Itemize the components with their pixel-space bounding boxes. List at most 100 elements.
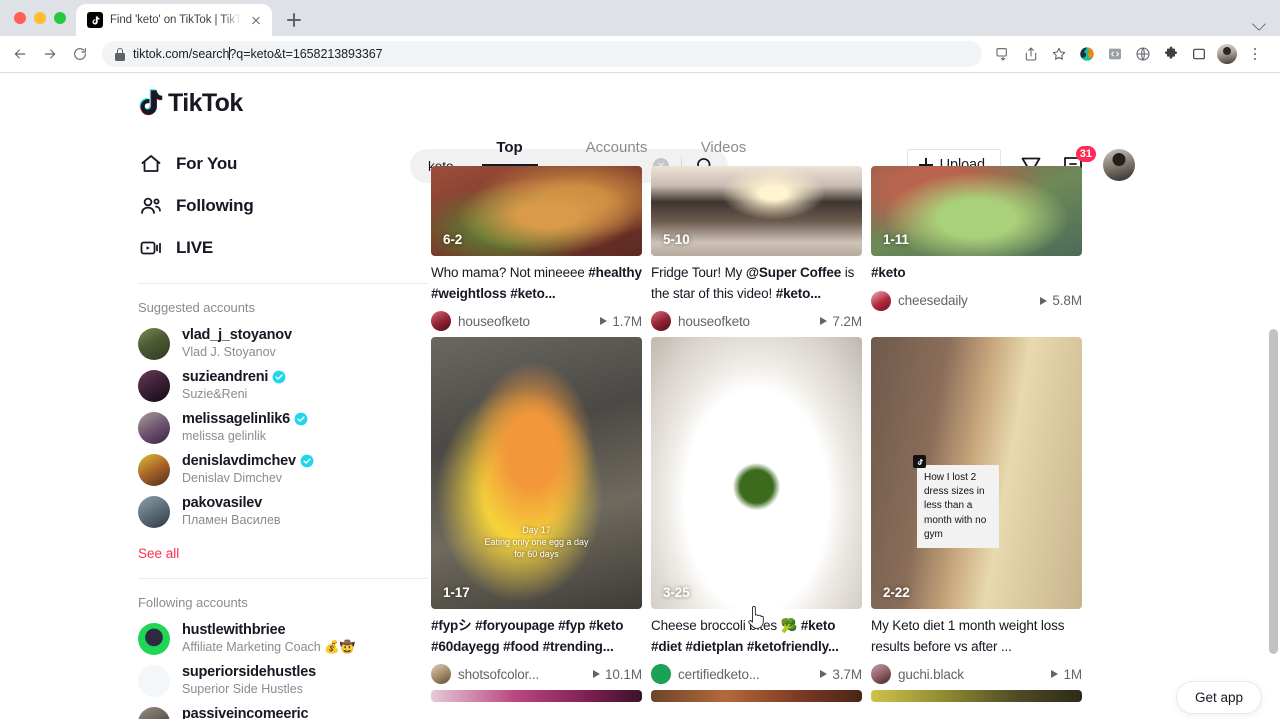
author-username[interactable]: cheesedaily	[898, 293, 1033, 308]
share-icon[interactable]	[1018, 41, 1044, 67]
play-count: 10.1M	[592, 667, 642, 682]
video-thumbnail[interactable]	[651, 690, 862, 703]
author-username[interactable]: certifiedketo...	[678, 667, 813, 682]
play-icon	[592, 670, 600, 679]
video-thumbnail[interactable]: How I lost 2 dress sizes in less than a …	[871, 337, 1082, 610]
profile-avatar[interactable]	[1214, 41, 1240, 67]
scrollbar-thumb[interactable]	[1269, 329, 1278, 654]
sidebar-panel-icon[interactable]	[1186, 41, 1212, 67]
browser-tab[interactable]: Find 'keto' on TikTok | TikTok S	[76, 4, 272, 36]
puzzle-extension-icon[interactable]	[1158, 41, 1184, 67]
play-count: 1.7M	[600, 314, 642, 329]
tabstrip-right	[1250, 14, 1280, 36]
video-thumbnail[interactable]	[871, 690, 1082, 703]
play-count: 5.8M	[1040, 293, 1082, 308]
following-account-row[interactable]: superiorsidehustles Superior Side Hustle…	[138, 660, 430, 702]
video-meta: houseofketo 7.2M	[651, 311, 862, 332]
video-card[interactable]	[431, 690, 642, 703]
account-nickname: Denislav Dimchev	[182, 471, 283, 485]
account-nickname: Affiliate Marketing Coach 💰🤠	[182, 640, 356, 654]
chevron-down-icon[interactable]	[1250, 14, 1268, 32]
video-caption: #fypシ #foryoupage #fyp #keto #60dayegg #…	[431, 618, 624, 654]
video-meta: shotsofcolor... 10.1M	[431, 664, 642, 685]
tiktok-note-icon	[139, 89, 163, 116]
thumbnail-overlay-text: Day 17 Eating only one egg a day for 60 …	[484, 525, 589, 560]
following-account-row[interactable]: passiveincomeeric Passive Income Bluepri…	[138, 702, 430, 719]
video-card[interactable]: Day 17 Eating only one egg a day for 60 …	[431, 337, 642, 685]
install-icon[interactable]	[990, 41, 1016, 67]
video-meta: houseofketo 1.7M	[431, 311, 642, 332]
video-thumbnail[interactable]: 3-25	[651, 337, 862, 610]
code-brackets-icon[interactable]	[1102, 41, 1128, 67]
window-minimize-button[interactable]	[34, 12, 46, 24]
sidebar-item-live[interactable]: LIVE	[138, 227, 430, 269]
sidebar-item-for-you[interactable]: For You	[138, 143, 430, 185]
play-count: 3.7M	[820, 667, 862, 682]
see-all-link[interactable]: See all	[138, 533, 430, 564]
author-avatar[interactable]	[871, 290, 891, 311]
forward-arrow-icon[interactable]	[36, 40, 64, 68]
result-tabs: Top Accounts Videos	[430, 133, 1105, 166]
suggested-account-row[interactable]: denislavdimchev Denislav Dimchev	[138, 449, 430, 491]
author-avatar[interactable]	[651, 664, 671, 685]
tab-accounts[interactable]: Accounts	[563, 139, 670, 166]
verified-badge-icon	[300, 454, 314, 468]
reload-icon[interactable]	[66, 40, 94, 68]
video-card[interactable]: 6-2 Who mama? Not mineeee #healthy #weig…	[431, 166, 642, 332]
video-card[interactable]: 5-10 Fridge Tour! My @Super Coffee is th…	[651, 166, 862, 332]
video-card[interactable]: 3-25 Cheese broccoli bites 🥦 #keto #diet…	[651, 337, 862, 685]
new-tab-button[interactable]	[280, 6, 308, 34]
video-card[interactable]	[651, 690, 862, 703]
avatar	[138, 496, 170, 528]
grammarly-icon[interactable]	[1074, 41, 1100, 67]
author-username[interactable]: guchi.black	[898, 667, 1044, 682]
play-count: 7.2M	[820, 314, 862, 329]
video-caption: Fridge Tour! My @Super Coffee is the sta…	[651, 265, 855, 301]
close-tab-icon[interactable]	[248, 12, 264, 28]
author-username[interactable]: shotsofcolor...	[458, 667, 586, 682]
address-bar[interactable]: tiktok.com/search?q=keto&t=1658213893367	[102, 41, 982, 67]
account-username: denislavdimchev	[182, 453, 314, 469]
author-username[interactable]: houseofketo	[458, 314, 593, 329]
author-avatar[interactable]	[431, 664, 451, 685]
author-avatar[interactable]	[431, 311, 451, 332]
window-close-button[interactable]	[14, 12, 26, 24]
window-maximize-button[interactable]	[54, 12, 66, 24]
suggested-account-row[interactable]: suzieandreni Suzie&Reni	[138, 365, 430, 407]
kebab-menu-icon[interactable]	[1242, 41, 1268, 67]
play-count: 1M	[1051, 667, 1082, 682]
sidebar-item-following[interactable]: Following	[138, 185, 430, 227]
tab-top[interactable]: Top	[456, 139, 563, 166]
suggested-account-row[interactable]: pakovasilev Пламен Василев	[138, 491, 430, 533]
author-username[interactable]: houseofketo	[678, 314, 813, 329]
video-thumbnail[interactable]: 5-10	[651, 166, 862, 256]
tiktok-logo[interactable]: TikTok	[138, 88, 318, 118]
suggested-account-row[interactable]: melissagelinlik6 melissa gelinlik	[138, 407, 430, 449]
video-thumbnail[interactable]: Day 17 Eating only one egg a day for 60 …	[431, 337, 642, 610]
author-avatar[interactable]	[871, 664, 891, 685]
video-thumbnail[interactable]: 6-2	[431, 166, 642, 256]
video-thumbnail[interactable]	[431, 690, 642, 703]
video-meta: guchi.black 1M	[871, 664, 1082, 685]
video-card[interactable]	[871, 690, 1082, 703]
tab-videos[interactable]: Videos	[670, 139, 777, 166]
get-app-button[interactable]: Get app	[1175, 681, 1262, 714]
suggested-account-row[interactable]: vlad_j_stoyanov Vlad J. Stoyanov	[138, 323, 430, 365]
back-arrow-icon[interactable]	[6, 40, 34, 68]
account-nickname: Suzie&Reni	[182, 387, 248, 401]
video-card[interactable]: How I lost 2 dress sizes in less than a …	[871, 337, 1082, 685]
avatar	[138, 665, 170, 697]
following-account-row[interactable]: hustlewithbriee Affiliate Marketing Coac…	[138, 618, 430, 660]
author-avatar[interactable]	[651, 311, 671, 332]
search-results-content: Top Accounts Videos 6-2 Who mama? Not mi…	[430, 133, 1280, 719]
account-username: vlad_j_stoyanov	[182, 327, 292, 343]
following-accounts-title: Following accounts	[138, 595, 248, 610]
page-scrollbar[interactable]	[1266, 73, 1280, 719]
play-icon	[1040, 296, 1048, 305]
video-thumbnail[interactable]: 1-11	[871, 166, 1082, 256]
bookmark-star-icon[interactable]	[1046, 41, 1072, 67]
browser-chrome: Find 'keto' on TikTok | TikTok S tiktok.…	[0, 0, 1280, 73]
lock-icon	[114, 47, 125, 61]
globe-icon[interactable]	[1130, 41, 1156, 67]
video-card[interactable]: 1-11 #keto cheesedaily 5.8M	[871, 166, 1082, 331]
